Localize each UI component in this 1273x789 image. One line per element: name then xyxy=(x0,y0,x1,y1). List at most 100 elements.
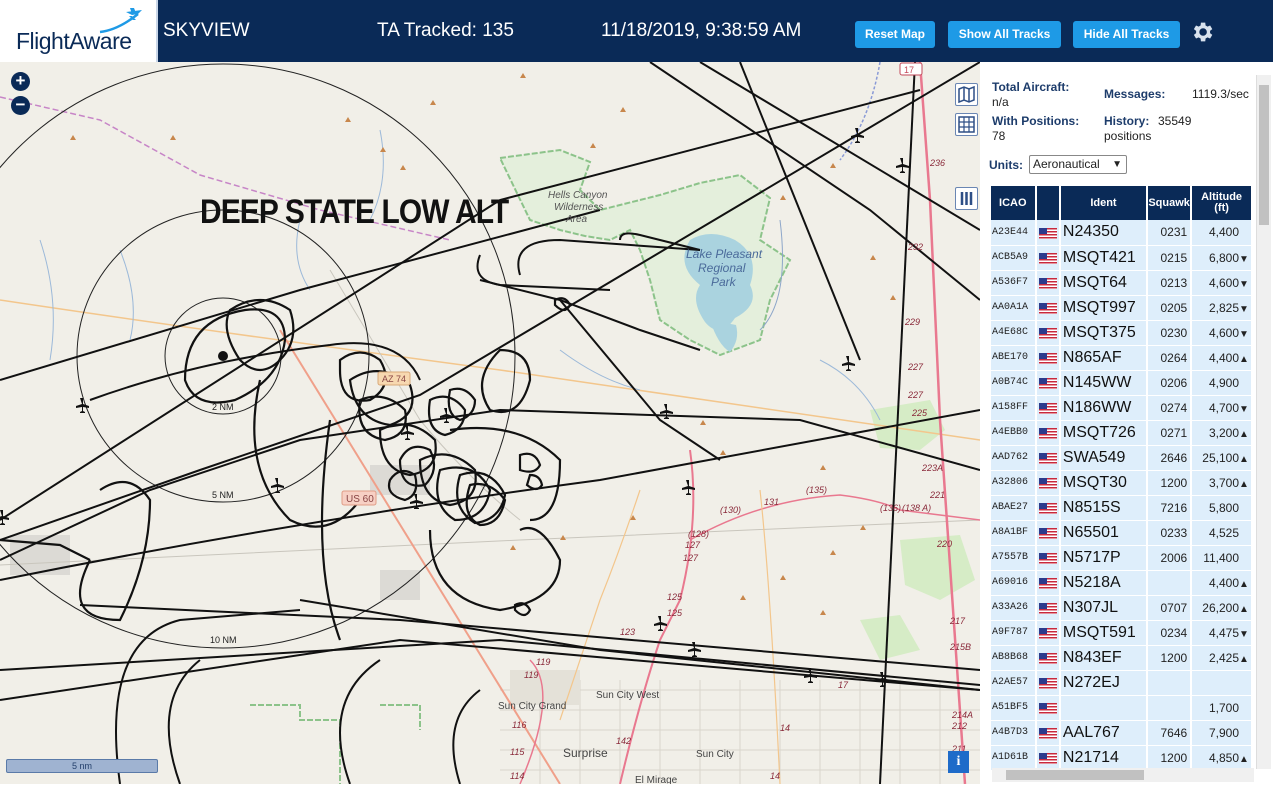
info-button[interactable]: i xyxy=(948,751,969,773)
table-row[interactable]: AB8B68 N843EF 1200 2,425▲ xyxy=(991,645,1253,671)
column-header-icao[interactable]: ICAO xyxy=(991,186,1037,220)
table-row[interactable]: A0B74C N145WW 0206 4,900 xyxy=(991,370,1253,396)
table-row[interactable]: A7557B N5717P 2006 11,400 xyxy=(991,545,1253,571)
squawk-cell: 2006 xyxy=(1147,545,1193,571)
altitude-cell: 4,475▼ xyxy=(1191,620,1253,646)
svg-text:Wilderness: Wilderness xyxy=(554,202,603,213)
table-row[interactable]: A4B7D3 AAL767 7646 7,900 xyxy=(991,720,1253,746)
us-flag-icon xyxy=(1038,351,1057,365)
altitude-value: 2,825 xyxy=(1208,300,1239,315)
gear-icon[interactable] xyxy=(1189,19,1215,45)
table-row[interactable]: A51BF5 1,700 xyxy=(991,695,1253,721)
svg-text:Park: Park xyxy=(711,275,737,289)
us-flag-icon xyxy=(1038,376,1057,390)
map-overlay-title: DEEP STATE LOW ALT xyxy=(200,193,509,231)
squawk-cell: 1200 xyxy=(1147,470,1193,496)
squawk-cell: 0215 xyxy=(1147,245,1193,271)
svg-text:217: 217 xyxy=(949,616,966,626)
trend-icon: ▼ xyxy=(1239,278,1249,290)
table-horizontal-scrollbar[interactable] xyxy=(992,768,1254,782)
receiver-site xyxy=(218,351,228,361)
icao-cell: A8A1BF xyxy=(991,520,1037,546)
icao-cell: A51BF5 xyxy=(991,695,1037,721)
flag-cell xyxy=(1035,320,1061,346)
messages-label: Messages: xyxy=(1104,87,1166,101)
svg-text:119: 119 xyxy=(524,670,538,680)
table-row[interactable]: ABAE27 N8515S 7216 5,800 xyxy=(991,495,1253,521)
icao-cell: A1D61B xyxy=(991,745,1037,771)
icao-cell: A69016 xyxy=(991,570,1037,596)
altitude-cell: 4,600▼ xyxy=(1191,320,1253,346)
icao-cell: ABE170 xyxy=(991,345,1037,371)
ident-cell: N5717P xyxy=(1059,545,1149,571)
table-row[interactable]: A9F787 MSQT591 0234 4,475▼ xyxy=(991,620,1253,646)
table-row[interactable]: A33A26 N307JL 0707 26,200▲ xyxy=(991,595,1253,621)
svg-text:119: 119 xyxy=(536,657,550,667)
toggle-columns-button[interactable] xyxy=(955,187,978,210)
label-el-mirage: El Mirage xyxy=(635,775,678,784)
svg-text:131: 131 xyxy=(764,497,779,507)
column-header-altitude[interactable]: Altitude (ft) xyxy=(1191,186,1253,220)
altitude-value: 11,400 xyxy=(1203,550,1239,565)
zoom-out-button[interactable]: − xyxy=(11,96,30,115)
altitude-cell: 11,400 xyxy=(1191,545,1253,571)
altitude-cell: 4,600▼ xyxy=(1191,270,1253,296)
table-row[interactable]: A4E68C MSQT375 0230 4,600▼ xyxy=(991,320,1253,346)
altitude-cell: 1,700 xyxy=(1191,695,1253,721)
reset-map-button[interactable]: Reset Map xyxy=(855,21,935,48)
icao-cell: ABAE27 xyxy=(991,495,1037,521)
altitude-cell: 26,200▲ xyxy=(1191,595,1253,621)
table-row[interactable]: A4EBB0 MSQT726 0271 3,200▲ xyxy=(991,420,1253,446)
table-row[interactable]: A69016 N5218A 4,400▲ xyxy=(991,570,1253,596)
squawk-cell: 0234 xyxy=(1147,620,1193,646)
table-row[interactable]: A2AE57 N272EJ xyxy=(991,670,1253,696)
ident-cell: N186WW xyxy=(1059,395,1149,421)
table-row[interactable]: A8A1BF N65501 0233 4,525 xyxy=(991,520,1253,546)
units-label: Units: xyxy=(989,158,1023,172)
label-sun-city-west: Sun City West xyxy=(596,690,659,701)
altitude-value: 4,600 xyxy=(1208,275,1239,290)
table-row[interactable]: AA0A1A MSQT997 0205 2,825▼ xyxy=(991,295,1253,321)
table-row[interactable]: A32806 MSQT30 1200 3,700▲ xyxy=(991,470,1253,496)
label-lake-pleasant: Lake Pleasant xyxy=(686,247,763,261)
flightaware-logo[interactable]: FlightAware xyxy=(0,0,158,62)
table-row[interactable]: A536F7 MSQT64 0213 4,600▼ xyxy=(991,270,1253,296)
icao-cell: A0B74C xyxy=(991,370,1037,396)
table-row[interactable]: ACB5A9 MSQT421 0215 6,800▼ xyxy=(991,245,1253,271)
column-header-flag[interactable] xyxy=(1035,186,1061,220)
column-header-ident[interactable]: Ident xyxy=(1059,186,1149,220)
ident-cell: N5218A xyxy=(1059,570,1149,596)
squawk-cell xyxy=(1147,570,1193,596)
table-row[interactable]: A1D61B N21714 1200 4,850▲ xyxy=(991,745,1253,771)
flag-cell xyxy=(1035,270,1061,296)
flag-cell xyxy=(1035,645,1061,671)
trend-icon: ▲ xyxy=(1239,453,1249,465)
table-row[interactable]: AAD762 SWA549 2646 25,100▲ xyxy=(991,445,1253,471)
hide-all-tracks-button[interactable]: Hide All Tracks xyxy=(1073,21,1180,48)
ident-cell: N272EJ xyxy=(1059,670,1149,696)
altitude-value: 7,900 xyxy=(1208,725,1239,740)
table-row[interactable]: A158FF N186WW 0274 4,700▼ xyxy=(991,395,1253,421)
svg-text:127: 127 xyxy=(685,540,701,550)
table-vertical-scrollbar[interactable] xyxy=(1256,75,1271,769)
column-header-squawk[interactable]: Squawk xyxy=(1147,186,1193,220)
us-flag-icon xyxy=(1038,601,1057,615)
altitude-value: 1,700 xyxy=(1208,700,1239,715)
map-view[interactable]: Hells Canyon Wilderness Area Lake Pleasa… xyxy=(0,62,980,784)
table-row[interactable]: ABE170 N865AF 0264 4,400▲ xyxy=(991,345,1253,371)
svg-text:(130): (130) xyxy=(720,505,741,515)
units-select[interactable]: Aeronautical ▼ xyxy=(1029,155,1127,174)
altitude-cell xyxy=(1191,670,1253,696)
ident-cell xyxy=(1059,695,1149,721)
us-flag-icon xyxy=(1038,426,1057,440)
svg-text:227: 227 xyxy=(907,390,924,400)
icao-cell: A4B7D3 xyxy=(991,720,1037,746)
table-row[interactable]: A23E44 N24350 0231 4,400 xyxy=(991,220,1253,246)
icao-cell: ACB5A9 xyxy=(991,245,1037,271)
map-layers-button[interactable] xyxy=(955,83,978,106)
us-flag-icon xyxy=(1038,726,1057,740)
zoom-in-button[interactable]: + xyxy=(11,72,30,91)
grid-button[interactable] xyxy=(955,113,978,136)
show-all-tracks-button[interactable]: Show All Tracks xyxy=(948,21,1061,48)
ident-cell: MSQT64 xyxy=(1059,270,1149,296)
